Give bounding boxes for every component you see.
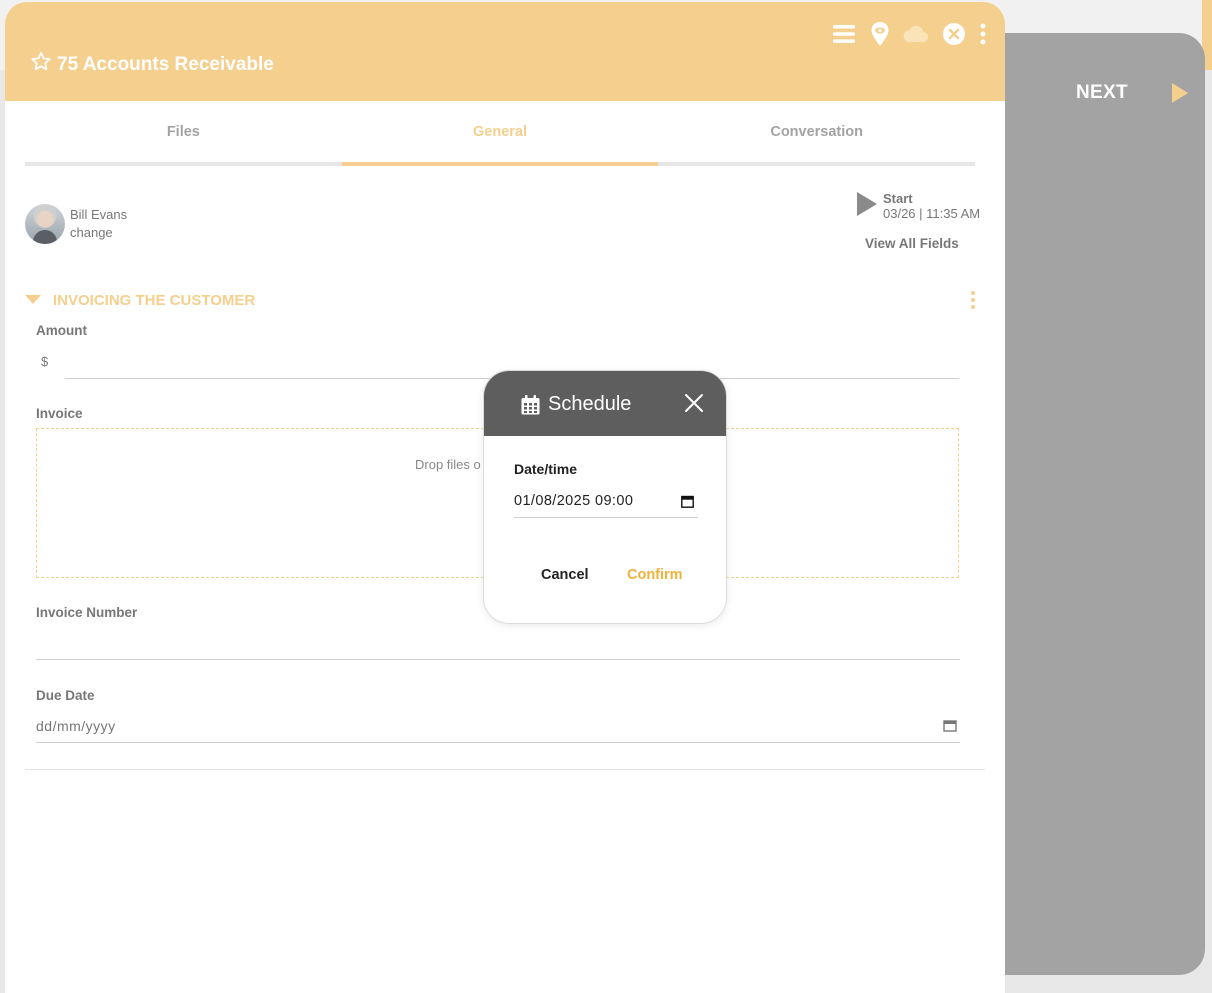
datetime-input[interactable]: 01/08/2025 09:00 [514,493,633,509]
tab-conversation[interactable]: Conversation [658,102,975,162]
datetime-label: Date/time [514,461,578,477]
close-circle-icon[interactable] [941,19,967,49]
record-title: 75 Accounts Receivable [57,54,274,75]
modal-header: Schedule [484,371,726,436]
calendar-picker-icon[interactable] [681,495,694,508]
section-title[interactable]: INVOICING THE CUSTOMER [53,292,255,309]
modal-title: Schedule [548,393,632,415]
due-date-label: Due Date [36,688,95,703]
datetime-underline [514,517,698,518]
invoice-number-input[interactable] [36,634,960,660]
avatar[interactable] [25,204,65,244]
cloud-icon[interactable] [900,19,930,49]
due-date-input[interactable]: dd/mm/yyyy [36,718,116,734]
close-icon[interactable] [684,393,704,413]
invoice-number-label: Invoice Number [36,605,138,620]
due-date-underline [36,742,960,743]
schedule-modal: Schedule Date/time 01/08/2025 09:00 Canc… [483,370,727,624]
calendar-icon[interactable] [943,719,957,732]
more-vertical-icon[interactable] [977,19,989,49]
next-button[interactable]: NEXT [1076,80,1196,106]
section-divider [25,769,985,770]
start-time: 03/26 | 11:35 AM [883,206,981,221]
section-more-icon[interactable] [965,289,981,311]
star-icon[interactable] [29,50,53,74]
next-label: NEXT [1076,82,1128,103]
caret-down-icon[interactable] [25,295,41,304]
tab-files[interactable]: Files [25,102,342,162]
card-header: 75 Accounts Receivable [5,2,1005,101]
tab-bar: Files General Conversation [25,102,975,166]
currency-symbol: $ [41,354,49,369]
user-name: Bill Evans [70,207,128,222]
dropzone-text: Drop files o [415,457,481,472]
next-arrow-icon [1172,83,1188,103]
play-icon[interactable] [857,192,877,216]
tab-general[interactable]: General [341,102,659,166]
start-label: Start [883,191,913,206]
menu-icon[interactable] [832,19,856,49]
location-eye-icon[interactable] [868,19,892,49]
cancel-button[interactable]: Cancel [541,567,589,583]
calendar-icon [521,395,540,415]
amount-label: Amount [36,323,87,338]
view-all-fields-link[interactable]: View All Fields [865,236,959,251]
invoice-label: Invoice [36,406,83,421]
change-user-link[interactable]: change [70,225,113,240]
confirm-button[interactable]: Confirm [627,567,683,583]
side-panel [990,33,1205,975]
